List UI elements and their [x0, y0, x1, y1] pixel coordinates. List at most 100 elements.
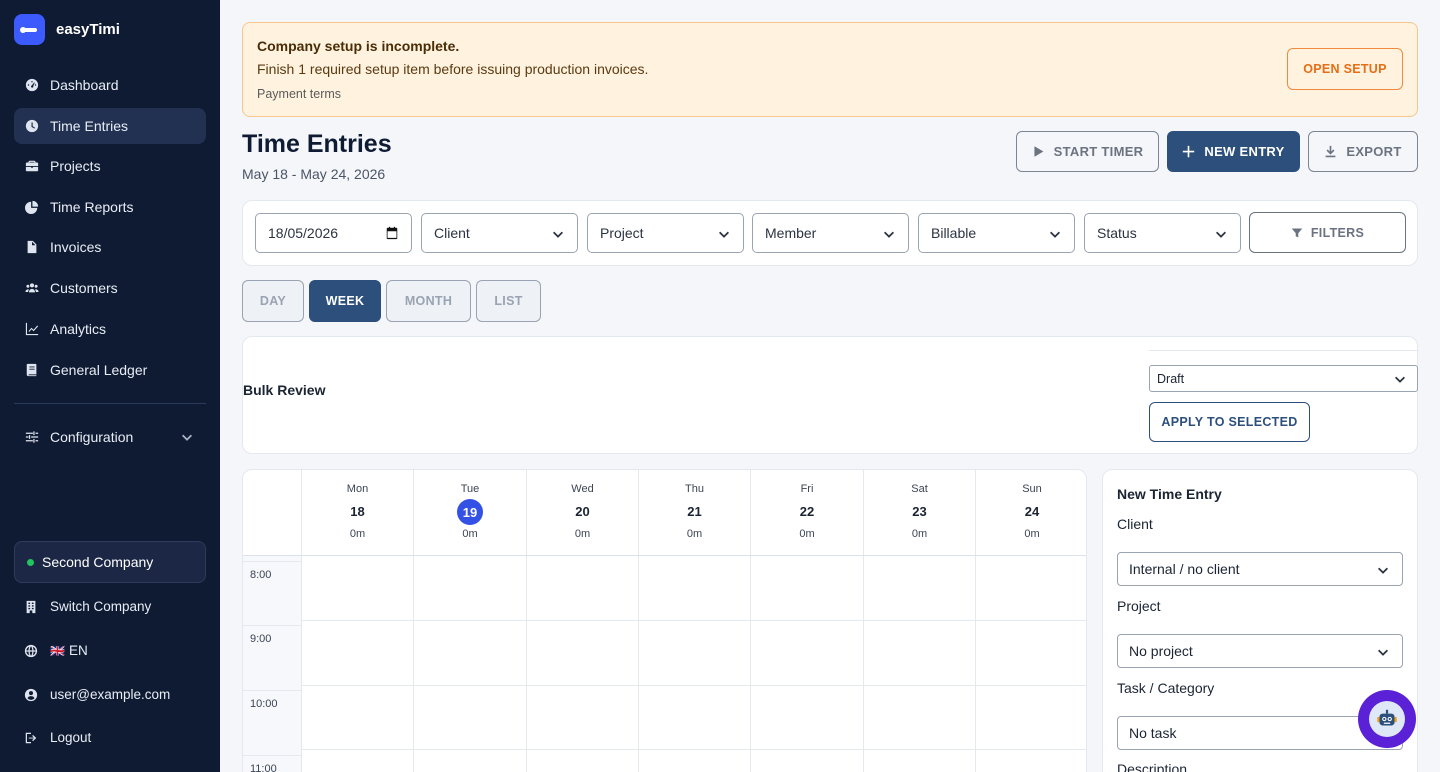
status-filter-select[interactable]: Status [1084, 213, 1241, 253]
filters-button[interactable]: FILTERS [1249, 212, 1406, 253]
new-entry-button[interactable]: NEW ENTRY [1167, 131, 1300, 172]
app-name: easyTimi [56, 21, 120, 38]
sidebar-item-analytics[interactable]: Analytics [14, 311, 206, 347]
sidebar-item-dashboard[interactable]: Dashboard [14, 67, 206, 103]
tab-month[interactable]: MONTH [386, 280, 471, 322]
project-select[interactable]: No project [1117, 634, 1403, 668]
day-name: Thu [685, 483, 704, 495]
language-selector[interactable]: 🇬🇧 EN [24, 643, 88, 658]
chevron-down-icon [1214, 227, 1228, 241]
day-number: 22 [799, 504, 815, 519]
tab-list[interactable]: LIST [476, 280, 541, 322]
day-header-sat[interactable]: Sat 23 0m [863, 470, 975, 555]
file-icon [25, 240, 39, 254]
tab-day[interactable]: DAY [242, 280, 304, 322]
day-name: Sun [1022, 483, 1042, 495]
chevron-down-icon [717, 227, 731, 241]
client-filter-select[interactable]: Client [421, 213, 578, 253]
banner-message: Finish 1 required setup item before issu… [257, 61, 649, 77]
briefcase-icon [25, 159, 39, 173]
sidebar-item-general-ledger[interactable]: General Ledger [14, 352, 206, 388]
chat-assistant-button[interactable] [1358, 690, 1416, 748]
billable-filter-select[interactable]: Billable [918, 213, 1075, 253]
app-logo-icon [14, 14, 45, 45]
sidebar-item-configuration[interactable]: Configuration [14, 419, 206, 455]
day-name: Wed [571, 483, 594, 495]
day-header-thu[interactable]: Thu 21 0m [638, 470, 750, 555]
day-header-fri[interactable]: Fri 22 0m [750, 470, 863, 555]
member-filter-select[interactable]: Member [752, 213, 909, 253]
time-label: 8:00 [250, 569, 272, 581]
sidebar-item-time-entries[interactable]: Time Entries [14, 108, 206, 144]
date-range: May 18 - May 24, 2026 [242, 166, 386, 182]
banner-title: Company setup is incomplete. [257, 38, 460, 54]
book-icon [25, 363, 39, 377]
bulk-status-select[interactable]: Draft [1149, 365, 1418, 392]
start-timer-label: START TIMER [1053, 144, 1144, 159]
day-number: 23 [912, 504, 927, 519]
chevron-down-icon [551, 227, 565, 241]
user-email: user@example.com [50, 687, 171, 702]
day-duration: 0m [462, 528, 478, 540]
day-duration: 0m [349, 528, 366, 540]
status-filter-label: Status [1097, 225, 1137, 241]
clock-icon [25, 119, 39, 133]
sidebar-item-customers[interactable]: Customers [14, 270, 206, 306]
day-number-today: 19 [457, 499, 483, 525]
calendar-icon[interactable] [385, 226, 399, 240]
sidebar-item-projects[interactable]: Projects [14, 148, 206, 184]
day-header-wed[interactable]: Wed 20 0m [526, 470, 638, 555]
start-timer-button[interactable]: START TIMER [1016, 131, 1159, 172]
sidebar-item-invoices[interactable]: Invoices [14, 229, 206, 265]
description-label: Description [1117, 761, 1188, 772]
date-input[interactable]: 18/05/2026 [255, 213, 412, 253]
day-name: Sat [911, 483, 928, 495]
day-name: Mon [346, 483, 369, 495]
client-select[interactable]: Internal / no client [1117, 552, 1403, 586]
sidebar-item-time-reports[interactable]: Time Reports [14, 189, 206, 225]
current-company[interactable]: Second Company [14, 541, 206, 583]
apply-to-selected-button[interactable]: APPLY TO SELECTED [1149, 402, 1310, 442]
switch-company-link[interactable]: Switch Company [24, 599, 151, 614]
export-button[interactable]: EXPORT [1308, 131, 1418, 172]
day-header-sun[interactable]: Sun 24 0m [975, 470, 1086, 555]
language-label: EN [68, 643, 88, 658]
day-header-tue[interactable]: Tue 19 0m [413, 470, 526, 555]
brand[interactable]: easyTimi [14, 14, 120, 45]
sliders-icon [25, 430, 39, 444]
client-filter-label: Client [434, 225, 470, 241]
open-setup-button[interactable]: OPEN SETUP [1287, 48, 1403, 90]
line-chart-icon [25, 322, 39, 336]
bulk-review-panel: Bulk Review Draft APPLY TO SELECTED [242, 336, 1419, 454]
sidebar-item-label: Projects [50, 158, 101, 174]
page-title: Time Entries [242, 130, 392, 158]
tab-week[interactable]: WEEK [309, 280, 381, 322]
sidebar-item-label: General Ledger [50, 362, 148, 378]
project-filter-select[interactable]: Project [587, 213, 744, 253]
chevron-down-icon [1393, 372, 1407, 389]
sidebar-divider [14, 403, 206, 404]
day-number: 18 [350, 504, 365, 519]
filter-bar: 18/05/2026 Client Project Member Billabl… [242, 200, 1418, 266]
logout-label: Logout [50, 730, 92, 745]
logout-icon [24, 731, 38, 745]
user-account[interactable]: user@example.com [24, 687, 170, 702]
funnel-icon [1291, 228, 1303, 237]
week-calendar: 8:00 9:00 10:00 11:00 Mon 18 0m Tue 19 0… [242, 469, 1087, 772]
logout-link[interactable]: Logout [24, 730, 91, 745]
billable-filter-label: Billable [931, 225, 977, 241]
new-entry-label: NEW ENTRY [1204, 144, 1285, 159]
day-name: Tue [460, 483, 480, 495]
building-icon [24, 600, 38, 614]
sidebar-item-label: Time Reports [50, 199, 134, 215]
task-value: No task [1129, 725, 1177, 741]
robot-icon [1369, 701, 1405, 737]
project-value: No project [1129, 643, 1193, 659]
bulk-divider [1149, 350, 1419, 351]
chevron-down-icon [1376, 563, 1390, 580]
day-header-mon[interactable]: Mon 18 0m [301, 470, 413, 555]
time-label: 9:00 [250, 633, 272, 645]
project-filter-label: Project [600, 225, 644, 241]
status-dot-icon [27, 558, 34, 566]
sidebar-item-label: Dashboard [50, 77, 119, 93]
